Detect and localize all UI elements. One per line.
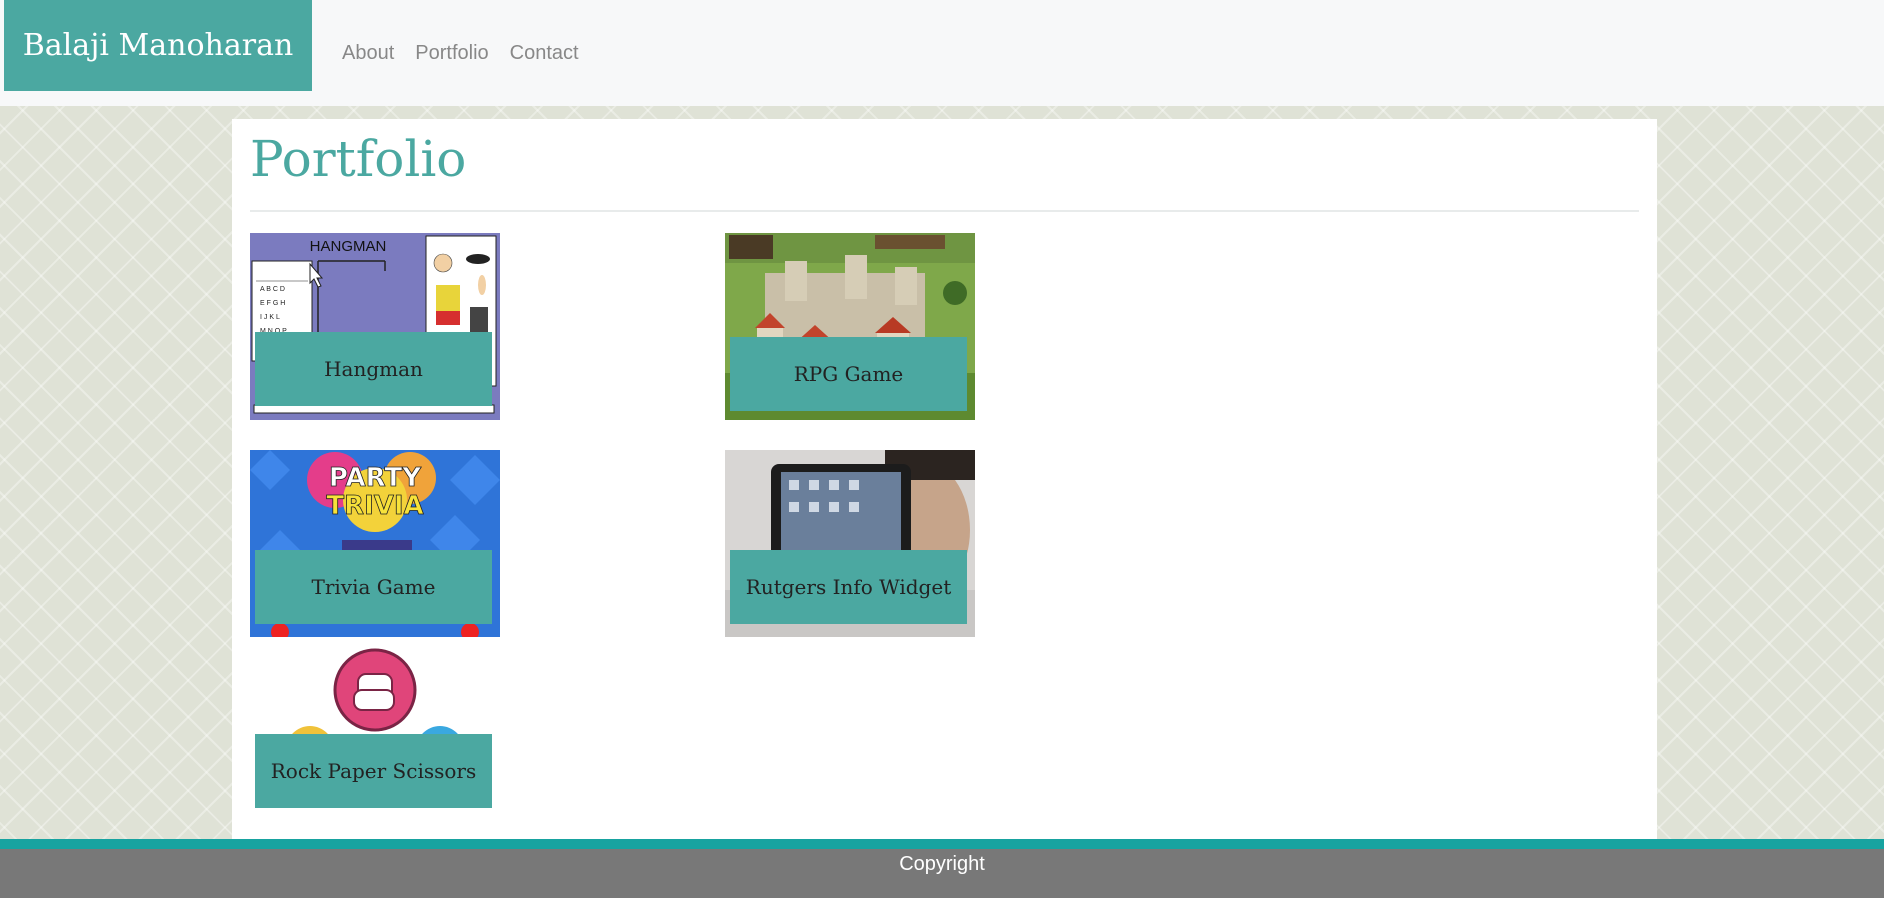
project-label-trivia[interactable]: Trivia Game	[255, 550, 492, 624]
page-title: Portfolio	[250, 130, 467, 188]
trivia-thumb-title: PARTY	[329, 463, 422, 493]
hangman-thumb-title: HANGMAN	[310, 238, 387, 255]
svg-text:E F G H: E F G H	[260, 300, 285, 307]
main-content: Portfolio HANGMAN A B C D E F G H I J K …	[232, 119, 1657, 839]
project-label-rutgers[interactable]: Rutgers Info Widget	[730, 550, 967, 624]
project-card-rutgers[interactable]: Rutgers Info Widget	[725, 450, 975, 637]
divider	[250, 210, 1639, 212]
nav-link-contact[interactable]: Contact	[510, 42, 579, 65]
project-label-rpg[interactable]: RPG Game	[730, 337, 967, 411]
navbar: Balaji Manoharan About Portfolio Contact	[0, 0, 1884, 106]
project-card-rps[interactable]: Rock Paper Scissors	[250, 638, 500, 813]
project-card-rpg[interactable]: RPG Game	[725, 233, 975, 420]
project-card-trivia[interactable]: PARTY TRIVIA Trivia Game	[250, 450, 500, 637]
svg-text:TRIVIA: TRIVIA	[326, 491, 423, 521]
svg-text:I J K L: I J K L	[260, 314, 280, 321]
nav-link-about[interactable]: About	[342, 42, 394, 65]
brand-logo[interactable]: Balaji Manoharan	[4, 0, 312, 91]
project-label-rps[interactable]: Rock Paper Scissors	[255, 734, 492, 808]
footer-accent-strip	[0, 839, 1884, 849]
footer: Copyright	[0, 849, 1884, 898]
nav-links: About Portfolio Contact	[342, 42, 579, 65]
project-label-hangman[interactable]: Hangman	[255, 332, 492, 406]
nav-link-portfolio[interactable]: Portfolio	[415, 42, 488, 65]
project-card-hangman[interactable]: HANGMAN A B C D E F G H I J K L M N O P …	[250, 233, 500, 420]
svg-text:A B C D: A B C D	[260, 286, 285, 293]
footer-copyright: Copyright	[899, 853, 985, 875]
